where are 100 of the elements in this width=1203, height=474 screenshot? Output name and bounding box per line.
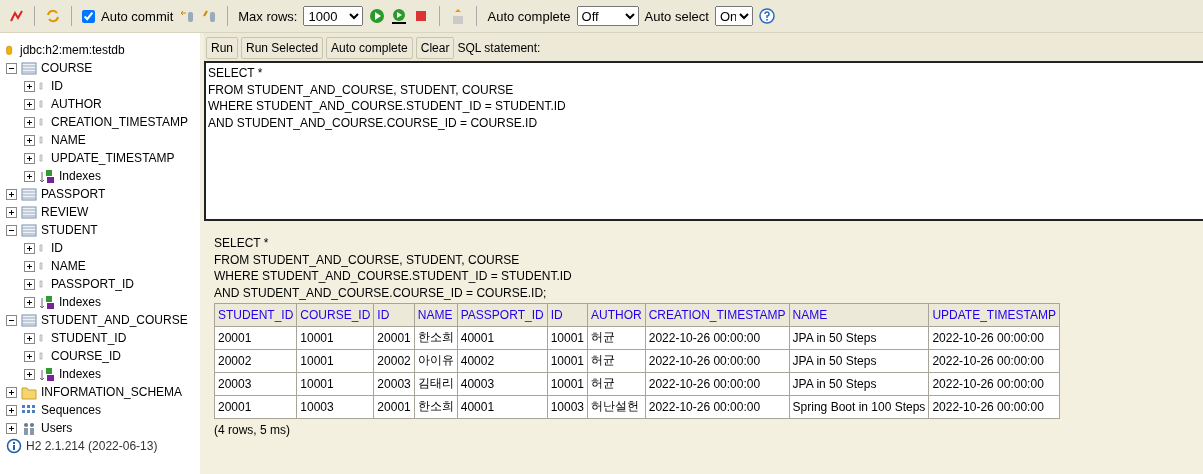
tree-item[interactable]: Indexes [59, 367, 102, 381]
run-icon[interactable] [369, 8, 386, 24]
expand-toggle[interactable] [24, 350, 35, 362]
auto-select-select[interactable]: On [714, 6, 753, 26]
tree-item[interactable]: CREATION_TIMESTAMP [51, 115, 188, 129]
expand-toggle[interactable] [24, 332, 35, 344]
expand-toggle[interactable] [24, 260, 35, 272]
table-cell: 2022-10-26 00:00:00 [928, 372, 1060, 396]
result-summary: (4 rows, 5 ms) [214, 422, 290, 437]
auto-complete-label: Auto complete [487, 8, 571, 24]
auto-commit-label: Auto commit [101, 8, 174, 24]
table-cell: 2022-10-26 00:00:00 [645, 395, 790, 419]
folder-icon [21, 384, 37, 400]
column-header[interactable]: NAME [789, 303, 929, 327]
expand-toggle[interactable] [6, 422, 17, 434]
expand-toggle[interactable] [6, 188, 17, 200]
table-cell: 20001 [214, 395, 297, 419]
query-line: FROM STUDENT_AND_COURSE, STUDENT, COURSE [214, 251, 520, 269]
table-icon [21, 312, 37, 328]
expand-toggle[interactable] [24, 170, 35, 182]
help-icon[interactable] [758, 8, 775, 24]
expand-toggle[interactable] [6, 404, 17, 416]
tree-item[interactable]: Sequences [41, 403, 102, 417]
tree-item[interactable]: ID [51, 79, 63, 93]
expand-toggle[interactable] [24, 296, 35, 308]
collapse-toggle[interactable] [6, 62, 17, 74]
tree-item[interactable]: STUDENT_AND_COURSE [41, 313, 188, 327]
auto-complete-select[interactable]: Off [576, 6, 639, 26]
tree-item[interactable]: ID [51, 241, 63, 255]
tree-item[interactable]: UPDATE_TIMESTAMP [51, 151, 175, 165]
table-icon [21, 204, 37, 220]
column-header[interactable]: COURSE_ID [296, 303, 374, 327]
query-line: SELECT * [214, 235, 269, 252]
expand-toggle[interactable] [24, 98, 35, 110]
expand-toggle[interactable] [24, 242, 35, 254]
version-text: H2 2.1.214 (2022-06-13) [26, 439, 158, 453]
table-icon [21, 222, 37, 238]
toolbar-button[interactable]: Run Selected [241, 37, 324, 59]
users-icon [21, 420, 37, 436]
table-cell: Spring Boot in 100 Steps [789, 395, 929, 419]
table-icon [21, 60, 37, 76]
tree-item[interactable]: Indexes [59, 295, 102, 309]
max-rows-label: Max rows: [238, 8, 298, 24]
toolbar-button[interactable]: Run [206, 37, 238, 59]
tree-item[interactable]: AUTHOR [51, 97, 102, 111]
collapse-toggle[interactable] [6, 224, 17, 236]
table-cell: 2022-10-26 00:00:00 [645, 326, 790, 350]
tree-item[interactable]: PASSPORT [41, 187, 106, 201]
toolbar-button[interactable]: Auto complete [326, 37, 413, 59]
column-header[interactable]: AUTHOR [587, 303, 646, 327]
expand-toggle[interactable] [6, 206, 17, 218]
expand-toggle[interactable] [24, 80, 35, 92]
sql-statement-label: SQL statement: [457, 41, 541, 55]
sort-icon [39, 366, 55, 382]
collapse-toggle[interactable] [6, 314, 17, 326]
auto-commit-checkbox[interactable] [82, 9, 95, 23]
table-cell: 2022-10-26 00:00:00 [928, 349, 1060, 373]
toolbar-button[interactable]: Clear [415, 37, 455, 59]
table-icon [21, 186, 37, 202]
table-cell: 2022-10-26 00:00:00 [928, 326, 1060, 350]
tree-item[interactable]: Indexes [59, 169, 102, 183]
column-header[interactable]: STUDENT_ID [214, 303, 297, 327]
column-header[interactable]: PASSPORT_ID [457, 303, 548, 327]
tree-item[interactable]: COURSE_ID [51, 349, 121, 363]
column-header[interactable]: NAME [414, 303, 458, 327]
sort-icon [39, 168, 55, 184]
table-cell: 20003 [214, 372, 297, 396]
table-cell: JPA in 50 Steps [789, 349, 929, 373]
tree-item[interactable]: STUDENT [41, 223, 98, 237]
column-header[interactable]: UPDATE_TIMESTAMP [928, 303, 1060, 327]
tree-item[interactable]: INFORMATION_SCHEMA [41, 385, 183, 399]
sql-editor[interactable]: SELECT * FROM STUDENT_AND_COURSE, STUDENT, COURSE WHERE STUDENT_AND_COURSE.STUDENT_ID = STUDENT.ID AND STUDENT_AND_COURSE.COURSE_ID = COURSE.ID [204, 61, 1203, 221]
sort-icon [39, 294, 55, 310]
auto-select-label: Auto select [644, 8, 709, 24]
info-icon [6, 438, 22, 454]
tree-item[interactable]: PASSPORT_ID [51, 277, 134, 291]
run-selected-icon[interactable] [391, 8, 408, 24]
expand-toggle[interactable] [24, 152, 35, 164]
max-rows-select[interactable]: 1000 [303, 6, 364, 26]
column-header[interactable]: CREATION_TIMESTAMP [645, 303, 790, 327]
expand-toggle[interactable] [24, 368, 35, 380]
tree-item[interactable]: jdbc:h2:mem:testdb [20, 43, 125, 57]
disconnect-icon[interactable] [8, 8, 24, 24]
expand-toggle[interactable] [24, 134, 35, 146]
expand-toggle[interactable] [6, 386, 17, 398]
column-header[interactable]: ID [373, 303, 415, 327]
table-cell: 20002 [214, 349, 297, 373]
expand-toggle[interactable] [24, 116, 35, 128]
table-cell: 2022-10-26 00:00:00 [928, 395, 1060, 419]
table-cell: 2022-10-26 00:00:00 [645, 372, 790, 396]
tree-item[interactable]: NAME [51, 259, 86, 273]
expand-toggle[interactable] [24, 278, 35, 290]
tree-item[interactable]: REVIEW [41, 205, 89, 219]
tree-item[interactable]: STUDENT_ID [51, 331, 127, 345]
tree-item[interactable]: NAME [51, 133, 86, 147]
tree-item[interactable]: Users [41, 421, 73, 435]
column-header[interactable]: ID [547, 303, 588, 327]
tree-item[interactable]: COURSE [41, 61, 93, 75]
table-cell: JPA in 50 Steps [789, 372, 929, 396]
query-line: WHERE STUDENT_AND_COURSE.STUDENT_ID = STUDENT.ID [214, 268, 572, 286]
